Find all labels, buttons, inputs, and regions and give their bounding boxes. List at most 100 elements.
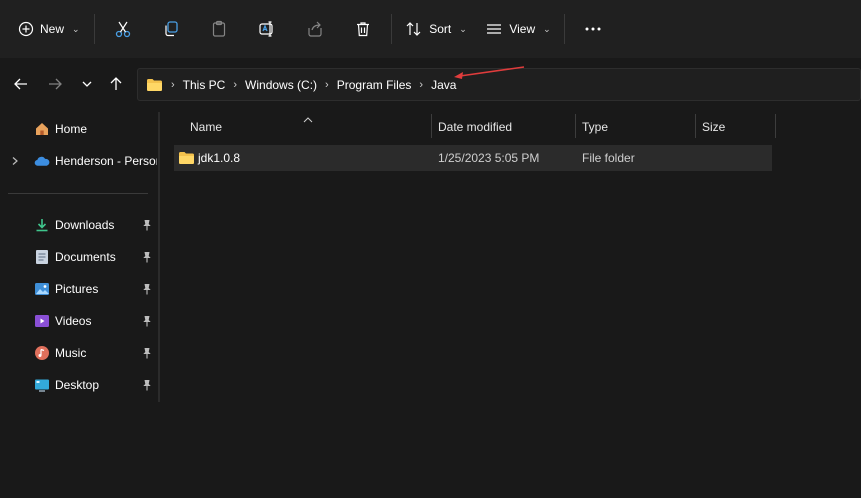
sidebar-divider [8,193,148,194]
new-button-label: New [40,22,65,36]
breadcrumb-program-files[interactable]: Program Files [337,78,412,92]
view-icon [485,20,503,38]
music-icon [34,345,50,361]
view-button[interactable]: View ⌄ [476,11,560,47]
column-header-label: Name [190,120,223,134]
sidebar-item-videos[interactable]: Videos [0,306,158,336]
sidebar-item-label: Downloads [55,218,115,232]
breadcrumb-chevron-icon: › [419,78,424,91]
sidebar-item-documents[interactable]: Documents [0,242,158,272]
column-divider[interactable] [431,114,432,138]
sort-ascending-icon [303,112,313,126]
breadcrumb-this-pc[interactable]: This PC [183,78,226,92]
toolbar-divider [94,14,95,44]
sidebar-item-label: Documents [55,250,116,264]
annotation-arrow [454,66,525,79]
column-header-date[interactable]: Date modified [438,114,512,140]
up-button[interactable] [103,72,129,98]
sort-icon [405,20,423,38]
sidebar-item-label: Home [55,122,88,136]
sidebar-item-label: Music [55,346,87,360]
more-options-button[interactable] [569,11,617,47]
sidebar-item-onedrive[interactable]: Henderson - Persor [0,146,158,176]
breadcrumb-chevron-icon: › [171,78,175,91]
delete-icon [354,20,372,38]
onedrive-icon [34,153,50,169]
documents-icon [34,249,50,265]
folder-icon [146,78,163,92]
new-button[interactable]: New ⌄ [10,11,90,47]
cut-icon [114,20,132,38]
column-header-label: Type [582,120,609,134]
breadcrumb-chevron-icon: › [233,78,238,91]
forward-arrow-icon [47,76,63,95]
file-type: File folder [582,151,635,165]
rename-button[interactable] [243,11,291,47]
pictures-icon [34,281,50,297]
sidebar-item-label: Pictures [55,282,99,296]
chevron-down-icon: ⌄ [72,23,80,34]
up-arrow-icon [108,76,124,95]
column-header-label: Size [702,120,726,134]
delete-button[interactable] [339,11,387,47]
pin-icon [142,219,152,231]
column-header-label: Date modified [438,120,513,134]
desktop-icon [34,377,50,393]
sidebar-item-desktop[interactable]: Desktop [0,370,158,400]
paste-icon [210,20,228,38]
videos-icon [34,313,50,329]
sidebar-item-music[interactable]: Music [0,338,158,368]
column-divider[interactable] [575,114,576,138]
command-bar: New ⌄ Sort ⌄ View ⌄ [0,0,861,58]
column-divider[interactable] [695,114,696,138]
sidebar-item-label: Henderson - Persor [55,154,157,168]
expand-chevron-icon[interactable] [10,156,20,166]
toolbar-divider [564,14,565,44]
view-button-label: View [509,22,536,36]
navigation-bar: › This PC › Windows (C:) › Program Files… [0,58,861,112]
chevron-down-icon: ⌄ [459,23,467,34]
folder-icon [178,145,195,171]
recent-locations-button[interactable] [74,72,100,98]
sidebar-item-pictures[interactable]: Pictures [0,274,158,304]
column-header-name[interactable]: Name [190,114,222,140]
pin-icon [142,283,152,295]
sidebar-item-home[interactable]: Home [0,114,158,144]
home-icon [34,121,50,137]
copy-button[interactable] [147,11,195,47]
chevron-down-icon [81,78,93,93]
pin-icon [142,315,152,327]
chevron-down-icon: ⌄ [543,23,551,34]
sidebar-scrollbar[interactable] [158,112,160,402]
file-date-modified: 1/25/2023 5:05 PM [438,151,540,165]
toolbar-divider [391,14,392,44]
sort-button[interactable]: Sort ⌄ [396,11,476,47]
rename-icon [258,20,276,38]
pin-icon [142,251,152,263]
breadcrumb-chevron-icon: › [325,78,329,91]
column-divider[interactable] [775,114,776,138]
column-header-size[interactable]: Size [702,114,725,140]
file-name: jdk1.0.8 [198,151,241,165]
back-button[interactable] [8,72,34,98]
back-arrow-icon [13,76,29,95]
share-button[interactable] [291,11,339,47]
table-row[interactable]: jdk1.0.8 1/25/2023 5:05 PM File folder [174,145,772,171]
sidebar-item-downloads[interactable]: Downloads [0,210,158,240]
navigation-pane: Home Henderson - Persor Downloads Docume… [0,112,160,498]
column-header-type[interactable]: Type [582,114,608,140]
cut-button[interactable] [99,11,147,47]
pin-icon [142,347,152,359]
sidebar-item-label: Videos [55,314,92,328]
plus-circle-icon [18,21,34,37]
sort-button-label: Sort [429,22,452,36]
download-icon [34,217,50,233]
paste-button[interactable] [195,11,243,47]
copy-icon [162,20,180,38]
breadcrumb-windows-c[interactable]: Windows (C:) [245,78,317,92]
forward-button[interactable] [42,72,68,98]
share-icon [306,20,324,38]
pin-icon [142,379,152,391]
file-list: Name Date modified Type Size jdk1.0.8 1/… [174,112,861,498]
sidebar-item-label: Desktop [55,378,100,392]
